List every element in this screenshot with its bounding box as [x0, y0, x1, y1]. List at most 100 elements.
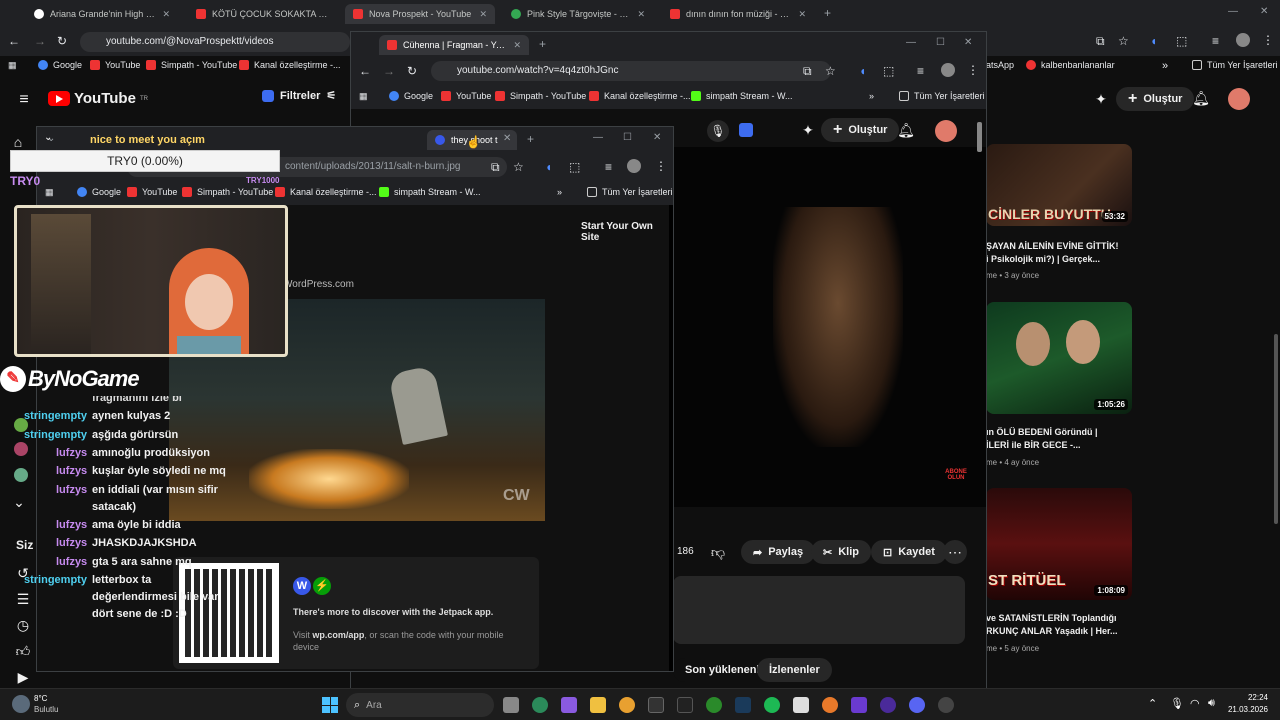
create-button[interactable]: + Oluştur	[1116, 87, 1195, 111]
bookmark-whatsapp[interactable]: atsApp	[986, 60, 1014, 70]
all-bookmarks[interactable]: Tüm Yer İşaretleri	[1192, 60, 1278, 70]
all-bookmarks[interactable]: Tüm Yer İşaretleri	[587, 187, 673, 197]
new-tab-button[interactable]: +	[824, 6, 831, 20]
tab-1[interactable]: Ariana Grande'nin High Note P✕	[26, 4, 178, 24]
cast-icon[interactable]: ◖	[545, 160, 552, 174]
close-window-button[interactable]: ✕	[653, 132, 661, 143]
more-actions-icon[interactable]: ⋯	[943, 540, 967, 564]
obs-icon[interactable]	[938, 697, 954, 713]
task-view-icon[interactable]	[503, 697, 519, 713]
start-icon[interactable]	[322, 697, 338, 713]
menu-icon[interactable]: ⋮	[655, 159, 667, 173]
more-bookmarks-icon[interactable]: »	[1162, 60, 1168, 72]
app2-icon[interactable]	[851, 697, 867, 713]
start-site-link[interactable]: Start Your Own Site	[581, 221, 669, 243]
minimize-button[interactable]: —	[906, 37, 916, 48]
save-button[interactable]: ⊡ Kaydet	[871, 540, 947, 564]
description-box[interactable]	[673, 576, 965, 644]
dislike-icon[interactable]: 👎︎	[707, 542, 729, 562]
app-icon[interactable]	[822, 697, 838, 713]
your-videos-icon[interactable]: ▶	[14, 668, 32, 686]
chip-watched[interactable]: İzlenenler	[757, 658, 832, 682]
like-count[interactable]: 186	[677, 546, 694, 557]
minimize-button[interactable]: —	[1228, 6, 1238, 17]
explorer-icon[interactable]	[590, 697, 606, 713]
clock-time[interactable]: 22:24	[1240, 693, 1268, 702]
youtube-logo[interactable]: YouTube TR	[48, 90, 148, 107]
close-tab-icon[interactable]: ✕	[798, 9, 806, 20]
profile-avatar[interactable]	[627, 159, 641, 173]
edge-icon[interactable]	[532, 697, 548, 713]
related-title[interactable]: ın ÖLÜ BEDENİ Göründü |	[986, 426, 1146, 439]
wordpress-credit[interactable]: WordPress.com	[283, 279, 354, 290]
close-tab-icon[interactable]: ✕	[513, 40, 521, 51]
channel-avatar[interactable]	[935, 120, 957, 142]
bookmark-kalben[interactable]: kalbenbanlananlar	[1026, 60, 1115, 70]
related-thumb-3[interactable]: ST RİTÜEL 1:08:09	[986, 488, 1132, 600]
copilot-icon[interactable]	[561, 697, 577, 713]
apps-icon[interactable]: ▦	[359, 91, 368, 102]
create-button[interactable]: + Oluştur	[821, 118, 900, 142]
mic-icon[interactable]: 🎙︎	[707, 120, 729, 142]
close-tab-icon[interactable]: ✕	[162, 9, 170, 20]
bookmark-google[interactable]: Google	[38, 60, 82, 70]
video-player[interactable]: ABONE OLUN	[673, 147, 986, 507]
related-title[interactable]: ŞAYAN AİLENİN EVİNE GİTTİK!	[986, 240, 1146, 253]
tab-3[interactable]: Nova Prospekt - YouTube ✕	[345, 4, 495, 24]
channel-avatar[interactable]	[1228, 88, 1250, 110]
menu-icon[interactable]: ⋮	[967, 63, 979, 77]
bookmark-simpath[interactable]: Simpath - YouTube	[146, 60, 237, 70]
new-tab-button[interactable]: +	[527, 132, 534, 146]
bell-icon[interactable]: 🔔︎	[897, 121, 915, 139]
clock-date[interactable]: 21.03.2026	[1224, 705, 1268, 714]
chrome-icon[interactable]	[619, 697, 635, 713]
close-window-button[interactable]: ✕	[964, 37, 972, 48]
bookmark-google[interactable]: Google	[77, 187, 121, 197]
main-url-input[interactable]: youtube.com/@NovaProspektt/videos	[80, 32, 350, 52]
capcut-icon[interactable]	[793, 697, 809, 713]
tab-search-icon[interactable]: ⌄	[44, 132, 56, 144]
twitch-icon[interactable]	[880, 697, 896, 713]
steam-icon[interactable]	[735, 697, 751, 713]
star-icon[interactable]: ☆	[825, 64, 836, 78]
tab-5[interactable]: dının dının fon müziği - YouTub✕	[662, 4, 814, 24]
forward-icon[interactable]: →	[383, 64, 395, 78]
hamburger-menu-icon[interactable]: ≡	[14, 90, 34, 110]
bookmark-simpath[interactable]: Simpath - YouTube	[182, 187, 273, 197]
tray-chevron-icon[interactable]: ⌃	[1148, 697, 1157, 710]
profile-avatar[interactable]	[941, 63, 955, 77]
install-icon[interactable]: ⧉	[803, 64, 812, 79]
menu-icon[interactable]: ⋮	[1262, 33, 1274, 47]
apps-icon[interactable]: ▦	[8, 60, 17, 71]
bookmark-simpath-stream[interactable]: simpath Stream - W...	[379, 187, 481, 197]
maximize-button[interactable]: ☐	[936, 37, 945, 48]
bookmark-simpath-stream[interactable]: simpath Stream - W...	[691, 91, 793, 101]
home-icon[interactable]: ⌂	[8, 132, 28, 152]
taskbar-search[interactable]: ⌕ Ara	[346, 693, 494, 717]
close-tab-icon[interactable]: ✕	[637, 9, 645, 20]
translate-icon[interactable]: ⧉	[491, 160, 500, 175]
bookmark-youtube[interactable]: YouTube	[441, 91, 491, 101]
forward-icon[interactable]: →	[34, 34, 46, 48]
close-tab-icon[interactable]: ✕	[479, 9, 487, 20]
extension-icon[interactable]: ✦	[1092, 90, 1110, 108]
close-tab-icon[interactable]: ✕	[503, 133, 511, 144]
win2-url-input[interactable]: youtube.com/watch?v=4q4zt0hJGnc	[431, 61, 831, 81]
cast-icon[interactable]: ◖	[859, 64, 866, 78]
profile-avatar[interactable]	[1236, 33, 1250, 47]
media-icon[interactable]: ≡	[917, 64, 924, 78]
star-icon[interactable]: ☆	[1118, 34, 1129, 48]
media-icon[interactable]: ≡	[1212, 34, 1219, 48]
discord-icon[interactable]	[909, 697, 925, 713]
spotify-icon[interactable]	[764, 697, 780, 713]
wifi-icon[interactable]: ◠	[1190, 697, 1200, 710]
filter-app-icon[interactable]	[739, 123, 753, 137]
media-icon[interactable]: ≡	[605, 160, 612, 174]
install-icon[interactable]: ⧉	[1096, 34, 1105, 49]
new-tab-button[interactable]: +	[539, 37, 546, 51]
reload-icon[interactable]: ↻	[57, 34, 67, 48]
bookmark-google[interactable]: Google	[389, 91, 433, 101]
extensions-icon[interactable]: ⬚	[1176, 34, 1187, 48]
apps-icon[interactable]: ▦	[45, 187, 54, 198]
related-thumb-1[interactable]: CİNLER BUYUTTU 53:32	[986, 144, 1132, 226]
